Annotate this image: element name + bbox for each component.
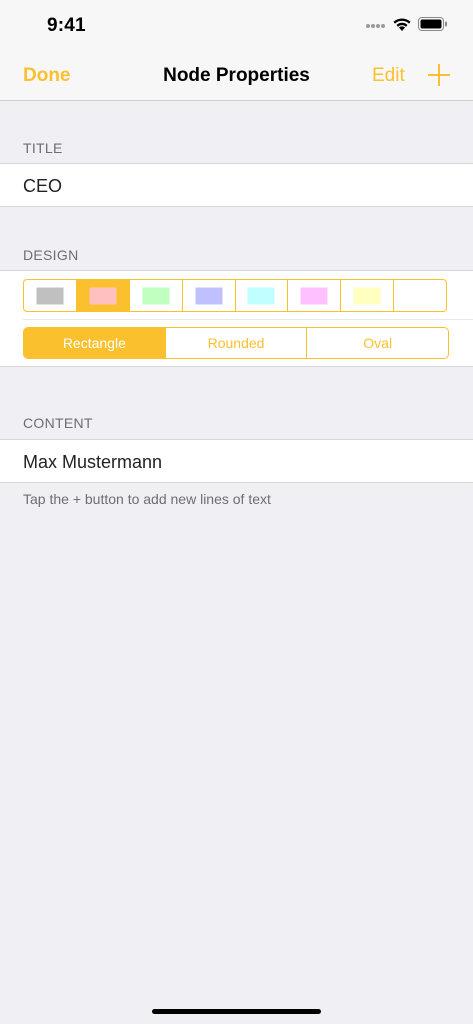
title-section-header: TITLE (23, 140, 63, 156)
color-chip-green (142, 287, 170, 304)
color-chip-blue (195, 287, 223, 304)
title-cell[interactable]: CEO (0, 163, 473, 207)
color-chip-yellow (353, 287, 381, 304)
battery-icon (418, 17, 447, 31)
title-value[interactable]: CEO (23, 176, 62, 197)
navigation-bar: Done Node Properties Edit (0, 50, 473, 101)
design-divider (23, 319, 473, 320)
color-chip-red (89, 287, 117, 304)
shape-segment-rounded[interactable]: Rounded (166, 328, 308, 358)
design-cell: Rectangle Rounded Oval (0, 270, 473, 367)
content-cell[interactable]: Max Mustermann (0, 439, 473, 483)
signal-icon (366, 24, 385, 28)
done-button[interactable]: Done (23, 65, 71, 87)
color-swatch-white[interactable] (394, 280, 446, 311)
home-indicator (152, 1009, 321, 1014)
edit-button[interactable]: Edit (372, 65, 405, 87)
color-swatch-yellow[interactable] (341, 280, 395, 311)
plus-icon[interactable] (428, 64, 450, 86)
color-swatch-gray[interactable] (24, 280, 77, 311)
shape-picker: Rectangle Rounded Oval (23, 327, 449, 359)
color-chip-magenta (300, 287, 328, 304)
color-swatch-magenta[interactable] (288, 280, 342, 311)
color-swatch-green[interactable] (130, 280, 183, 311)
content-section-header: CONTENT (23, 415, 93, 431)
shape-segment-oval[interactable]: Oval (307, 328, 448, 358)
status-time: 9:41 (47, 15, 86, 36)
design-section-header: DESIGN (23, 247, 79, 263)
shape-segment-rectangle[interactable]: Rectangle (24, 328, 166, 358)
color-swatch-red[interactable] (76, 280, 130, 311)
content-line[interactable]: Max Mustermann (23, 452, 162, 473)
status-bar: 9:41 (0, 0, 473, 50)
color-picker (23, 279, 447, 312)
wifi-icon (393, 18, 411, 31)
color-swatch-cyan[interactable] (236, 280, 289, 311)
color-chip-gray (36, 287, 64, 304)
content-footer-note: Tap the + button to add new lines of tex… (23, 491, 271, 507)
color-chip-cyan (247, 287, 275, 304)
color-swatch-blue[interactable] (183, 280, 236, 311)
